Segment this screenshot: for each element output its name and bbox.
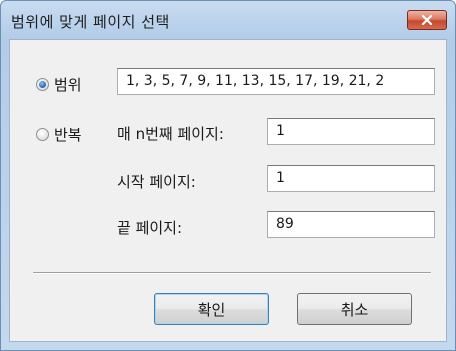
close-icon — [421, 15, 433, 25]
window-title: 범위에 맞게 페이지 선택 — [11, 13, 170, 31]
every-nth-input[interactable]: 1 — [267, 118, 435, 145]
start-page-label: 시작 페이지: — [117, 173, 196, 191]
range-radio[interactable] — [36, 78, 49, 91]
dialog-body: 범위 1, 3, 5, 7, 9, 11, 13, 15, 17, 19, 21… — [9, 39, 447, 342]
repeat-label: 반복 — [54, 126, 82, 144]
cancel-button[interactable]: 취소 — [297, 293, 412, 325]
range-label: 범위 — [54, 76, 82, 94]
start-page-input[interactable]: 1 — [267, 165, 435, 192]
separator — [33, 272, 431, 274]
dialog-window: 범위에 맞게 페이지 선택 범위 1, 3, 5, 7, 9, 11, 13, … — [0, 0, 456, 351]
close-button[interactable] — [407, 10, 447, 30]
repeat-radio[interactable] — [36, 128, 49, 141]
range-option[interactable]: 범위 — [36, 74, 82, 95]
end-page-input[interactable]: 89 — [267, 211, 435, 238]
end-page-label: 끝 페이지: — [117, 219, 183, 237]
every-nth-label: 매 n번째 페이지: — [117, 125, 224, 143]
ok-button[interactable]: 확인 — [154, 293, 269, 325]
range-input[interactable]: 1, 3, 5, 7, 9, 11, 13, 15, 17, 19, 21, 2 — [117, 68, 435, 95]
repeat-option[interactable]: 반복 — [36, 124, 82, 145]
title-bar[interactable]: 범위에 맞게 페이지 선택 — [1, 1, 455, 39]
